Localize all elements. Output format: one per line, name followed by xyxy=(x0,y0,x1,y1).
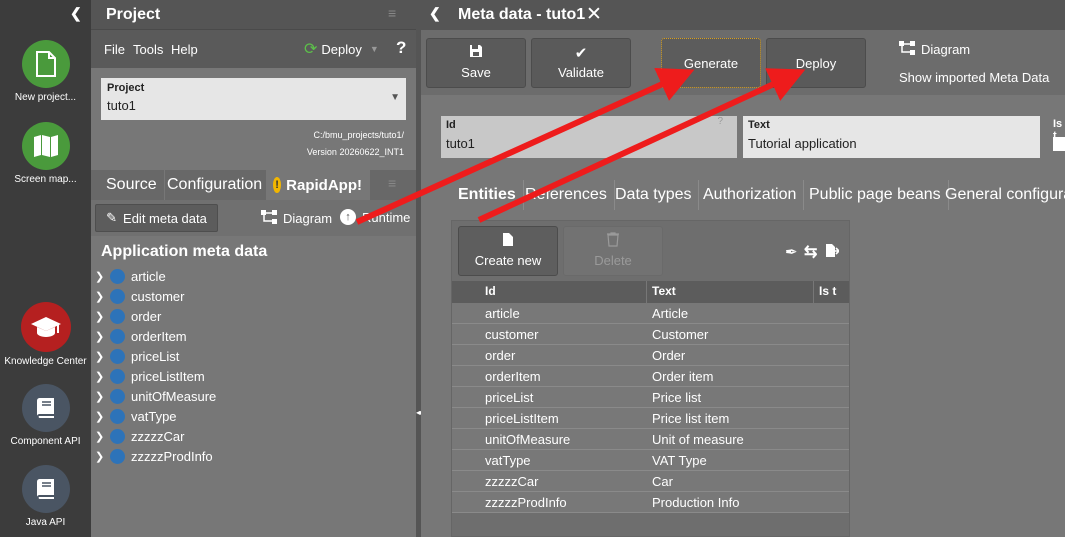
annotation-arrows xyxy=(355,68,806,225)
